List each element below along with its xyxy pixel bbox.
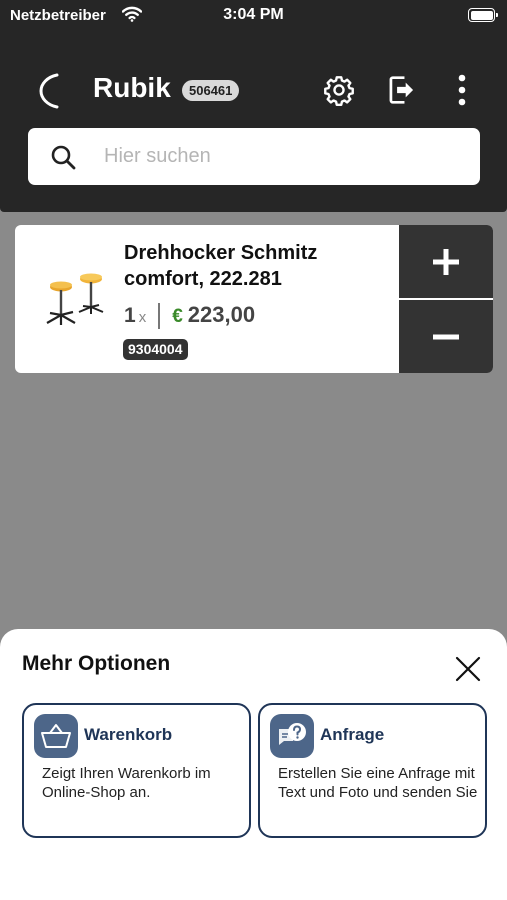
option-title: Warenkorb — [84, 725, 173, 744]
sheet-title: Mehr Optionen — [22, 652, 171, 675]
product-name: Drehhocker Schmitz comfort, 222.281 — [124, 242, 318, 290]
more-options-sheet: Mehr Optionen Warenkorb Zeigt Ihren Ware… — [0, 629, 507, 900]
user-id-badge: 506461 — [182, 80, 240, 101]
basket-icon — [34, 714, 78, 758]
plus-icon — [433, 248, 459, 275]
moon-logo-icon[interactable] — [36, 72, 66, 110]
battery-icon — [468, 8, 498, 22]
option-description: Erstellen Sie eine Anfrage mit Text und … — [278, 765, 478, 801]
price-value: 223,00 — [187, 302, 256, 327]
decrease-quantity-button[interactable] — [399, 300, 493, 373]
option-warenkorb-button[interactable]: Warenkorb Zeigt Ihren Warenkorb im Onlin… — [22, 703, 251, 838]
currency-symbol: € — [172, 306, 183, 327]
minus-icon — [433, 334, 459, 339]
option-title: Anfrage — [320, 725, 385, 744]
stool-product-image — [46, 273, 104, 325]
logout-icon[interactable] — [384, 72, 420, 108]
sku-badge: 9304004 — [123, 339, 188, 360]
search-input[interactable] — [104, 128, 464, 185]
quantity-suffix: x — [138, 309, 147, 326]
clock: 3:04 PM — [223, 6, 284, 23]
chat-question-icon — [270, 714, 314, 758]
search-bar[interactable] — [28, 128, 480, 185]
option-anfrage-button[interactable]: Anfrage Erstellen Sie eine Anfrage mit T… — [258, 703, 487, 838]
app-title: Rubik — [93, 72, 171, 103]
option-description: Zeigt Ihren Warenkorb im Online-Shop an. — [42, 765, 211, 801]
quantity-price-row: 1 x € 223,00 — [124, 302, 255, 330]
battery-level — [470, 10, 493, 20]
divider — [158, 303, 161, 329]
gear-icon[interactable] — [321, 72, 357, 108]
status-bar: Netzbetreiber 3:04 PM — [0, 0, 507, 32]
app-header: Netzbetreiber 3:04 PM Rubik 506461 — [0, 0, 507, 212]
close-icon[interactable] — [454, 655, 482, 683]
product-card[interactable]: Drehhocker Schmitz comfort, 222.281 1 x … — [15, 225, 493, 373]
more-vertical-icon[interactable] — [444, 72, 480, 108]
search-icon — [51, 145, 76, 170]
increase-quantity-button[interactable] — [399, 225, 493, 298]
quantity-value: 1 — [124, 304, 136, 327]
